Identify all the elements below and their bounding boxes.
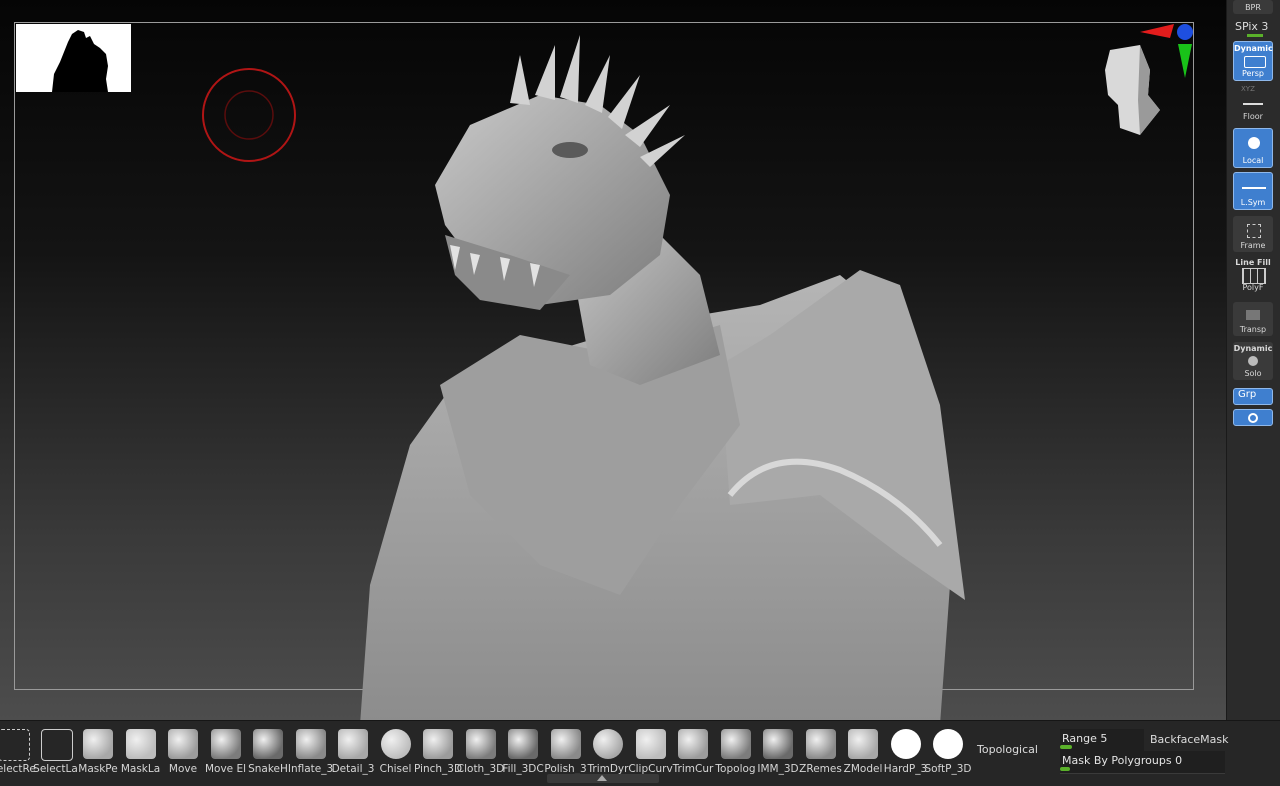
brush-select-lasso[interactable]: SelectLa [33, 727, 78, 777]
dynamic-solo-label: Dynamic [1233, 344, 1273, 353]
brush-move-brush[interactable]: Move [162, 727, 204, 777]
brush-trim-curve[interactable]: TrimCur [672, 727, 714, 777]
brush-inflate[interactable]: Inflate_3 [288, 727, 333, 777]
cloth-icon [465, 729, 496, 759]
mask-polygroups-label: Mask By Polygroups 0 [1062, 754, 1183, 767]
floor-button[interactable]: Floor [1233, 95, 1273, 123]
polish-icon [550, 729, 581, 759]
brush-clip-curve[interactable]: ClipCurv [628, 727, 673, 777]
brush-pinch[interactable]: Pinch_3D [414, 727, 462, 777]
lsym-label: L.Sym [1240, 198, 1266, 207]
grp-button[interactable]: Grp [1233, 388, 1273, 405]
brush-hard-polish[interactable]: HardP_3 [884, 727, 927, 777]
rotate-button[interactable] [1233, 409, 1273, 426]
solo-button[interactable]: Dynamic Solo [1233, 342, 1273, 380]
backface-mask-toggle[interactable]: BackfaceMask [1150, 733, 1228, 746]
axis-gizmo-icon[interactable] [1140, 20, 1200, 80]
brush-zremesh[interactable]: ZRemes [799, 727, 842, 777]
frame-label: Frame [1240, 241, 1266, 250]
range-slider-fill [1060, 745, 1072, 749]
move-brush-icon [168, 729, 198, 759]
brush-mask-lasso[interactable]: MaskLa [120, 727, 162, 777]
mask-lasso-icon [125, 729, 156, 759]
mask-polygroups-fill [1060, 767, 1070, 771]
frame-button[interactable]: Frame [1233, 216, 1273, 252]
brush-detail[interactable]: Detail_3 [332, 727, 374, 777]
zremesh-icon [805, 729, 836, 759]
select-rect-icon [0, 729, 30, 761]
solo-icon [1248, 356, 1258, 366]
bpr-button[interactable]: BPR [1233, 0, 1273, 14]
right-shelf: BPR SPix 3 Dynamic Persp XYZ Floor Local… [1226, 0, 1280, 720]
snake-hook-icon [253, 729, 283, 759]
brush-zmodeler[interactable]: ZModel [842, 727, 884, 777]
polyf-label: PolyF [1242, 283, 1264, 292]
hard-polish-icon [890, 729, 921, 759]
mask-polygroups-slider[interactable]: Mask By Polygroups 0 [1060, 751, 1225, 774]
sculpt-model[interactable] [340, 25, 980, 720]
tray-collapse-handle[interactable] [547, 774, 659, 783]
collapse-arrow-icon [597, 775, 607, 781]
select-lasso-icon [40, 729, 73, 761]
chisel-icon [380, 729, 411, 759]
persp-icon [1244, 56, 1266, 68]
floor-icon [1243, 103, 1263, 105]
imm-icon [763, 729, 793, 759]
persp-label: Persp [1242, 69, 1264, 78]
brush-cloth[interactable]: Cloth_3D [457, 727, 504, 777]
brush-imm[interactable]: IMM_3D [757, 727, 799, 777]
trim-curve-icon [678, 729, 708, 759]
topology-icon [720, 729, 751, 759]
tray-options: Topological Range 5 BackfaceMask Mask By… [975, 721, 1280, 786]
zmodeler-icon [848, 729, 878, 759]
spix-slider[interactable]: SPix 3 [1235, 20, 1268, 33]
mask-pen-icon [83, 729, 113, 759]
spix-slider-fill [1247, 34, 1263, 37]
brush-select-rect[interactable]: SelectRe [0, 727, 36, 777]
brush-snake-hook[interactable]: SnakeH [247, 727, 289, 777]
persp-button[interactable]: Dynamic Persp [1233, 41, 1273, 81]
clip-curve-icon [635, 729, 666, 759]
range-label: Range 5 [1062, 732, 1108, 745]
brush-label: SoftP_3D [924, 763, 972, 775]
silhouette-thumbnail[interactable] [16, 24, 131, 92]
transp-label: Transp [1239, 325, 1267, 334]
polyf-button[interactable]: Line Fill PolyF [1233, 256, 1273, 294]
detail-icon [338, 729, 368, 759]
frame-icon [1247, 224, 1261, 238]
range-slider[interactable]: Range 5 [1060, 729, 1144, 752]
fill-icon [508, 729, 538, 759]
brush-topology[interactable]: Topolog [715, 727, 757, 777]
soft-polish-icon [933, 729, 963, 759]
transp-icon [1246, 310, 1260, 320]
brush-trim-dynamic[interactable]: TrimDyr [587, 727, 629, 777]
polyf-icon [1242, 268, 1266, 284]
lsym-icon [1242, 187, 1266, 189]
brush-fill[interactable]: Fill_3DC [502, 727, 544, 777]
solo-label: Solo [1244, 369, 1262, 378]
local-button[interactable]: Local [1233, 128, 1273, 168]
linefill-label: Line Fill [1235, 258, 1271, 267]
floor-label: Floor [1243, 112, 1263, 121]
brush-cursor-ring [202, 68, 296, 162]
topological-toggle[interactable]: Topological [977, 743, 1038, 756]
trim-dynamic-icon [593, 729, 623, 759]
xyz-label: XYZ [1241, 85, 1255, 93]
bpr-label: BPR [1245, 3, 1261, 12]
pinch-icon [423, 729, 453, 759]
brush-move-elastic[interactable]: Move El [205, 727, 247, 777]
local-icon [1248, 137, 1260, 149]
move-elastic-icon [210, 729, 241, 759]
brush-soft-polish[interactable]: SoftP_3D [924, 727, 972, 777]
dynamic-label: Dynamic [1234, 44, 1273, 53]
rotate-icon [1248, 413, 1258, 423]
brush-chisel[interactable]: Chisel [375, 727, 417, 777]
3d-viewport[interactable] [0, 0, 1226, 720]
lsym-button[interactable]: L.Sym [1233, 172, 1273, 210]
local-label: Local [1242, 156, 1264, 165]
brush-mask-pen[interactable]: MaskPe [77, 727, 119, 777]
inflate-icon [295, 729, 326, 759]
brush-polish[interactable]: Polish_3 [544, 727, 587, 777]
transp-button[interactable]: Transp [1233, 302, 1273, 336]
